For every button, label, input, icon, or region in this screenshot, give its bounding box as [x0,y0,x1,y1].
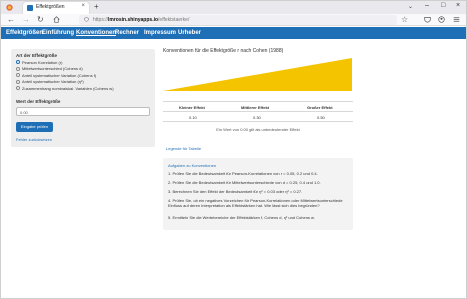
tab-strip: Effektgrößen × + ⌄ – □ × [1,1,466,14]
nav-konventionen[interactable]: Konventionen [76,29,116,37]
shield-icon [84,17,89,22]
task-item: 5. Ermitteln Sie die Wertebereiche der E… [168,215,315,220]
table-header-large: Großer Effekt [307,105,333,110]
nav-rechner[interactable]: Rechner [115,29,139,37]
nav-einfuehrung[interactable]: Einführung [42,29,74,37]
account-icon[interactable] [438,16,445,23]
tasks-panel: Aufgaben zu Konventionen 1. Prüfen Sie d… [163,158,353,230]
table-header-medium: Mittlerer Effekt [241,105,270,110]
nav-urheber[interactable]: Urheber [178,29,201,37]
browser-logo-icon [6,4,13,11]
check-input-button[interactable]: Eingabe prüfen [16,122,53,132]
maximize-icon[interactable]: □ [441,2,445,9]
table-value-small: 0.10 [189,115,197,120]
browser-tab-active[interactable]: Effektgrößen × [23,2,89,14]
table-header-small: Kleiner Effekt [179,105,205,110]
task-item: 1. Prüfen Sie die Bedeutsamkeit für Pear… [168,171,318,176]
table-rule-bottom [163,121,353,122]
task-item: 3. Berechnen Sie den Effekt der Bedeutsa… [168,189,303,194]
table-rule-mid [163,111,353,112]
legend-link[interactable]: Legende für Tabelle [166,146,201,151]
table-value-medium: 0.30 [253,115,261,120]
table-rule-top [163,101,353,102]
tab-list-chevron-icon[interactable]: ⌄ [408,3,413,10]
pocket-icon[interactable] [424,16,431,23]
radio-label: Zusammenhang nominalskal. Variablen (Coh… [22,85,114,91]
radio-selected-icon [16,60,20,64]
radio-unselected-icon [16,79,20,84]
effect-value-text: 0.00 [20,109,28,115]
menu-icon[interactable] [453,16,460,23]
nav-brand[interactable]: Effektgrößen [6,29,43,37]
close-window-icon[interactable]: × [456,2,460,9]
table-value-large: 0.50 [317,115,325,120]
nav-impressum[interactable]: Impressum [144,29,176,37]
radio-unselected-icon [16,66,20,71]
bookmark-star-icon[interactable]: ☆ [401,15,408,24]
browser-toolbar: ← → ↻ https://lmrosin.shinyapps.io/effek… [1,14,466,26]
new-tab-button[interactable]: + [94,2,99,11]
app-navbar: Effektgrößen Einführung Konventionen Rec… [1,27,466,39]
page-title: Konventionen für die Effektgröße r nach … [163,48,284,54]
address-bar[interactable]: https://lmrosin.shinyapps.io/effektstaer… [79,15,397,25]
minimize-icon[interactable]: – [425,2,429,9]
effect-value-heading: Wert der Effektgröße [16,99,61,104]
home-icon[interactable] [53,16,60,23]
radio-label: Anteil systematischer Variation (Cohens … [22,72,97,78]
task-item: 2. Prüfen Sie die Bedeutsamkeit für Mitt… [168,180,321,185]
effect-size-wedge [163,58,352,91]
reload-icon[interactable]: ↻ [37,15,44,24]
radio-label: Anteil systematischer Variation (η²) [22,79,84,84]
forward-arrow-icon[interactable]: → [22,15,30,24]
effect-value-input[interactable]: 0.00 [16,107,150,116]
radio-label: Pearson Korrelation (r) [22,59,63,65]
browser-window: Effektgrößen × + ⌄ – □ × ← → ↻ https://l… [0,0,467,299]
tasks-heading: Aufgaben zu Konventionen [168,163,217,168]
effect-type-heading: Art der Effektgröße [16,53,58,58]
reset-errors-link[interactable]: Fehler zurücksetzen [16,137,52,142]
site-favicon-icon [27,5,33,11]
radio-label: Mittelwertsunterschied (Cohens d) [22,66,83,71]
input-panel: Art der Effektgröße Pearson Korrelation … [11,49,155,147]
radio-unselected-icon [16,86,20,90]
interpretation-note: Ein Wert von 0.00 gilt als unbedeutender… [216,127,300,132]
back-arrow-icon[interactable]: ← [7,15,15,24]
close-tab-icon[interactable]: × [81,3,85,9]
task-item: 4. Prüfen Sie, ob ein negatives Vorzeich… [168,198,343,208]
radio-unselected-icon [16,73,20,77]
browser-tab-title: Effektgrößen [36,4,65,10]
url-text: https://lmrosin.shinyapps.io/effektstaer… [93,17,190,23]
